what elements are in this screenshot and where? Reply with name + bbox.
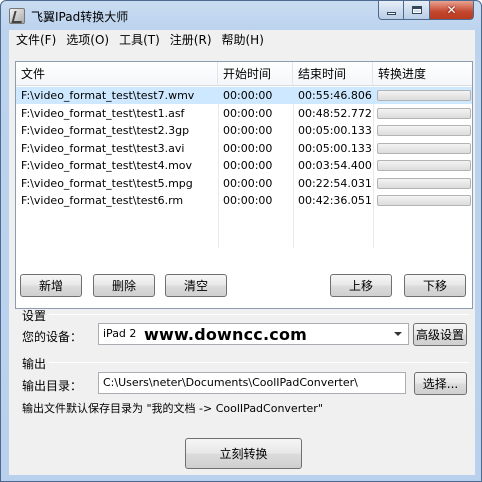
clear-button[interactable]: 清空 xyxy=(165,274,227,297)
cell-progress xyxy=(373,105,472,122)
output-group-divider xyxy=(49,362,469,363)
maximize-icon xyxy=(411,6,422,14)
chevron-down-icon[interactable] xyxy=(394,332,402,336)
cell-start-time: 00:00:00 xyxy=(223,124,273,137)
window-title: 飞翼IPad转换大师 xyxy=(31,10,129,24)
table-row[interactable]: F:\video_format_test\test2.3gp 00:00:00 00… xyxy=(16,122,472,139)
cell-end-time: 00:55:46.806 xyxy=(298,89,372,102)
minimize-button[interactable] xyxy=(378,1,404,20)
file-list-header: 文件 开始时间 结束时间 转换进度 xyxy=(16,62,472,86)
cell-start-time: 00:00:00 xyxy=(223,176,273,190)
advanced-settings-button[interactable]: 高级设置 xyxy=(413,323,467,346)
cell-file: F:\video_format_test\test7.wmv xyxy=(21,89,195,102)
table-row[interactable]: F:\video_format_test\test5.mpg 00:00:00 00… xyxy=(16,175,472,192)
close-icon: ✕ xyxy=(446,3,457,17)
watermark-text: www.downcc.com xyxy=(144,325,308,344)
client-area: 文件 开始时间 结束时间 转换进度 F:\video_format_test\t… xyxy=(9,50,475,475)
cell-progress xyxy=(373,87,472,104)
table-row[interactable]: F:\video_format_test\test6.rm 00:00:00 00:… xyxy=(16,192,472,209)
browse-button[interactable]: 选择... xyxy=(414,372,467,395)
output-group-label: 输出 xyxy=(22,357,47,371)
cell-end-time: 00:22:54.031 xyxy=(298,176,372,190)
cell-end-time: 00:05:00.133 xyxy=(298,124,372,137)
progress-bar xyxy=(377,195,471,206)
cell-start-time: 00:00:00 xyxy=(223,89,273,102)
cell-file: F:\video_format_test\test3.avi xyxy=(21,141,185,155)
output-dir-field[interactable]: C:\Users\neter\Documents\CoolIPadConvert… xyxy=(98,372,406,394)
cell-progress xyxy=(373,122,472,139)
column-header-file[interactable]: 文件 xyxy=(16,62,218,86)
progress-bar xyxy=(377,90,471,101)
settings-group-label: 设置 xyxy=(22,309,47,323)
table-row[interactable]: F:\video_format_test\test3.avi 00:00:00 00… xyxy=(16,140,472,157)
cell-file: F:\video_format_test\test6.rm xyxy=(21,194,184,207)
progress-bar xyxy=(377,177,471,189)
move-up-button[interactable]: 上移 xyxy=(330,274,392,297)
file-list[interactable]: 文件 开始时间 结束时间 转换进度 F:\video_format_test\t… xyxy=(15,61,473,309)
caption-buttons: ✕ xyxy=(378,1,474,20)
cell-end-time: 00:05:00.133 xyxy=(298,141,372,155)
app-window: 飞翼IPad转换大师 ✕ 文件(F) 选项(O) 工具(T) 注册(R) 帮助(… xyxy=(0,0,482,482)
settings-group-divider xyxy=(49,314,469,315)
cell-end-time: 00:48:52.772 xyxy=(298,106,372,120)
cell-progress xyxy=(373,192,472,209)
menu-help[interactable]: 帮助(H) xyxy=(217,30,269,50)
cell-file: F:\video_format_test\test5.mpg xyxy=(21,176,193,190)
cell-start-time: 00:00:00 xyxy=(223,159,273,172)
cell-progress xyxy=(373,175,472,192)
title-bar[interactable]: 飞翼IPad转换大师 ✕ xyxy=(1,1,481,31)
menu-tools[interactable]: 工具(T) xyxy=(114,30,165,50)
progress-bar xyxy=(377,107,471,119)
progress-bar xyxy=(377,125,471,136)
cell-file: F:\video_format_test\test2.3gp xyxy=(21,124,190,137)
close-button[interactable]: ✕ xyxy=(430,1,474,20)
cell-progress xyxy=(373,140,472,157)
move-down-button[interactable]: 下移 xyxy=(404,274,466,297)
app-icon xyxy=(9,8,25,24)
column-header-end-time[interactable]: 结束时间 xyxy=(293,62,373,86)
table-row[interactable]: F:\video_format_test\test7.wmv 00:00:00 00… xyxy=(16,87,472,104)
minimize-icon xyxy=(386,11,396,15)
maximize-button[interactable] xyxy=(404,1,430,20)
table-row[interactable]: F:\video_format_test\test4.mov 00:00:00 00… xyxy=(16,157,472,174)
cell-start-time: 00:00:00 xyxy=(223,106,273,120)
add-button[interactable]: 新增 xyxy=(20,274,82,297)
progress-bar xyxy=(377,142,471,154)
convert-now-button[interactable]: 立刻转换 xyxy=(185,438,302,469)
menu-register[interactable]: 注册(R) xyxy=(165,30,217,50)
delete-button[interactable]: 删除 xyxy=(93,274,155,297)
cell-start-time: 00:00:00 xyxy=(223,194,273,207)
output-dir-label: 输出目录： xyxy=(22,379,83,393)
menu-file[interactable]: 文件(F) xyxy=(11,30,61,50)
cell-end-time: 00:03:54.400 xyxy=(298,159,372,172)
table-row[interactable]: F:\video_format_test\test1.asf 00:00:00 00… xyxy=(16,105,472,122)
device-select-value: iPad 2 xyxy=(103,327,137,340)
column-header-progress[interactable]: 转换进度 xyxy=(373,62,472,86)
cell-file: F:\video_format_test\test4.mov xyxy=(21,159,193,172)
column-header-start-time[interactable]: 开始时间 xyxy=(218,62,293,86)
cell-start-time: 00:00:00 xyxy=(223,141,273,155)
cell-end-time: 00:42:36.051 xyxy=(298,194,372,207)
cell-file: F:\video_format_test\test1.asf xyxy=(21,106,185,120)
menu-options[interactable]: 选项(O) xyxy=(61,30,114,50)
output-hint: 输出文件默认保存目录为 "我的文档 -> CoolIPadConverter" xyxy=(22,402,323,415)
menu-bar: 文件(F) 选项(O) 工具(T) 注册(R) 帮助(H) xyxy=(9,30,475,50)
progress-bar xyxy=(377,160,471,171)
device-label: 您的设备： xyxy=(22,330,83,344)
cell-progress xyxy=(373,157,472,174)
